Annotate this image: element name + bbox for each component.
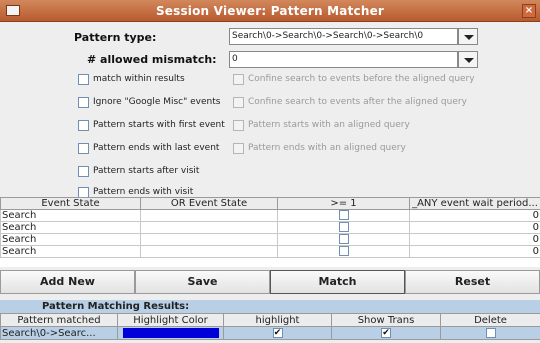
options-panel: Pattern type: Search\0->Search\0->Search… xyxy=(0,22,540,198)
col-pattern-matched[interactable]: Pattern matched xyxy=(0,313,118,327)
pattern-type-label: Pattern type: xyxy=(74,31,157,44)
checkbox-icon[interactable] xyxy=(78,119,89,131)
option-label: Confine search to events before the alig… xyxy=(248,74,475,84)
col-show-trans[interactable]: Show Trans xyxy=(331,313,441,327)
option-label: Pattern starts after visit xyxy=(93,166,200,176)
match-button[interactable]: Match xyxy=(270,270,405,294)
checkbox-icon[interactable] xyxy=(233,142,244,154)
col-event-state[interactable]: Event State xyxy=(0,197,141,210)
col-ge1[interactable]: >= 1 xyxy=(277,197,410,210)
checkbox-icon[interactable] xyxy=(233,119,244,131)
checkbox-icon[interactable] xyxy=(78,73,89,85)
or-event-state-cell[interactable] xyxy=(140,245,278,258)
wait-period-cell[interactable]: 0 xyxy=(409,209,540,222)
col-or-event-state[interactable]: OR Event State xyxy=(140,197,278,210)
pattern-matched-cell[interactable]: Search\0->Searc... xyxy=(0,326,118,340)
option-label: Confine search to events after the align… xyxy=(248,97,467,107)
table-row[interactable]: Search 0 xyxy=(0,233,540,246)
table-row[interactable]: Search 0 xyxy=(0,209,540,222)
color-swatch[interactable] xyxy=(122,327,219,338)
checkbox-icon[interactable] xyxy=(338,234,349,244)
ge1-cell[interactable] xyxy=(277,245,410,258)
results-title: Pattern Matching Results: xyxy=(0,300,540,313)
pattern-table: Event State OR Event State >= 1 _ANY eve… xyxy=(0,197,540,267)
reset-button[interactable]: Reset xyxy=(405,270,540,294)
or-event-state-cell[interactable] xyxy=(140,221,278,234)
col-highlight[interactable]: highlight xyxy=(223,313,332,327)
checkbox-icon[interactable] xyxy=(78,142,89,154)
or-event-state-cell[interactable] xyxy=(140,209,278,222)
wait-period-cell[interactable]: 0 xyxy=(409,233,540,246)
checkbox-icon[interactable] xyxy=(78,165,89,177)
checkbox-icon[interactable] xyxy=(338,222,349,232)
event-state-cell[interactable]: Search xyxy=(0,245,141,258)
action-button-bar: Add New Save Match Reset xyxy=(0,270,540,294)
show-trans-cell[interactable]: ✔ xyxy=(331,326,441,340)
option-label: Pattern ends with an aligned query xyxy=(248,143,406,153)
checkbox-icon[interactable] xyxy=(485,327,496,338)
checkbox-icon[interactable] xyxy=(338,246,349,256)
pattern-type-combo[interactable]: Search\0->Search\0->Search\0->Search\0 xyxy=(229,28,458,45)
close-icon[interactable]: × xyxy=(522,4,536,18)
option-label: Ignore "Google Misc" events xyxy=(93,97,221,107)
delete-cell[interactable] xyxy=(440,326,540,340)
table-row[interactable]: Search 0 xyxy=(0,245,540,258)
table-row[interactable]: Search 0 xyxy=(0,221,540,234)
option-label: Pattern ends with visit xyxy=(93,187,194,197)
pattern-type-dropdown-icon[interactable] xyxy=(458,28,478,45)
highlight-color-cell[interactable] xyxy=(117,326,224,340)
col-delete[interactable]: Delete xyxy=(440,313,540,327)
results-table: Pattern matched Highlight Color highligh… xyxy=(0,313,540,340)
option-label: Pattern starts with an aligned query xyxy=(248,120,410,130)
highlight-cell[interactable]: ✔ xyxy=(223,326,332,340)
checkbox-icon[interactable] xyxy=(78,96,89,108)
save-button[interactable]: Save xyxy=(135,270,270,294)
title-bar: Session Viewer: Pattern Matcher × xyxy=(0,0,540,22)
checkbox-icon[interactable] xyxy=(78,186,89,198)
option-right-0[interactable]: Confine search to events before the alig… xyxy=(233,72,475,86)
option-right-3[interactable]: Pattern ends with an aligned query xyxy=(233,141,406,155)
option-left-3[interactable]: Pattern ends with last event xyxy=(78,141,219,155)
mismatch-dropdown-icon[interactable] xyxy=(458,51,478,68)
or-event-state-cell[interactable] xyxy=(140,233,278,246)
checkbox-icon[interactable] xyxy=(338,210,349,220)
event-state-cell[interactable]: Search xyxy=(0,209,141,222)
option-left-2[interactable]: Pattern starts with first event xyxy=(78,118,225,132)
wait-period-cell[interactable]: 0 xyxy=(409,245,540,258)
checkbox-icon[interactable] xyxy=(233,96,244,108)
ge1-cell[interactable] xyxy=(277,209,410,222)
option-left-1[interactable]: Ignore "Google Misc" events xyxy=(78,95,220,109)
option-right-1[interactable]: Confine search to events after the align… xyxy=(233,95,467,109)
mismatch-label: # allowed mismatch: xyxy=(87,53,217,66)
checkbox-icon[interactable] xyxy=(233,73,244,85)
checkbox-icon[interactable]: ✔ xyxy=(381,327,391,338)
option-left-4[interactable]: Pattern starts after visit xyxy=(78,164,199,178)
ge1-cell[interactable] xyxy=(277,221,410,234)
col-highlight-color[interactable]: Highlight Color xyxy=(117,313,224,327)
checkbox-icon[interactable]: ✔ xyxy=(272,327,283,338)
option-left-0[interactable]: match within results xyxy=(78,72,185,86)
option-label: Pattern starts with first event xyxy=(93,120,225,130)
option-right-2[interactable]: Pattern starts with an aligned query xyxy=(233,118,410,132)
result-row[interactable]: Search\0->Searc... ✔ ✔ xyxy=(0,326,540,340)
option-label: match within results xyxy=(93,74,185,84)
add-new-button[interactable]: Add New xyxy=(0,270,135,294)
wait-period-cell[interactable]: 0 xyxy=(409,221,540,234)
event-state-cell[interactable]: Search xyxy=(0,221,141,234)
option-label: Pattern ends with last event xyxy=(93,143,220,153)
event-state-cell[interactable]: Search xyxy=(0,233,141,246)
mismatch-combo[interactable]: 0 xyxy=(229,51,458,68)
ge1-cell[interactable] xyxy=(277,233,410,246)
window-title: Session Viewer: Pattern Matcher xyxy=(155,4,385,18)
col-wait-period[interactable]: _ANY event wait period... xyxy=(409,197,540,210)
